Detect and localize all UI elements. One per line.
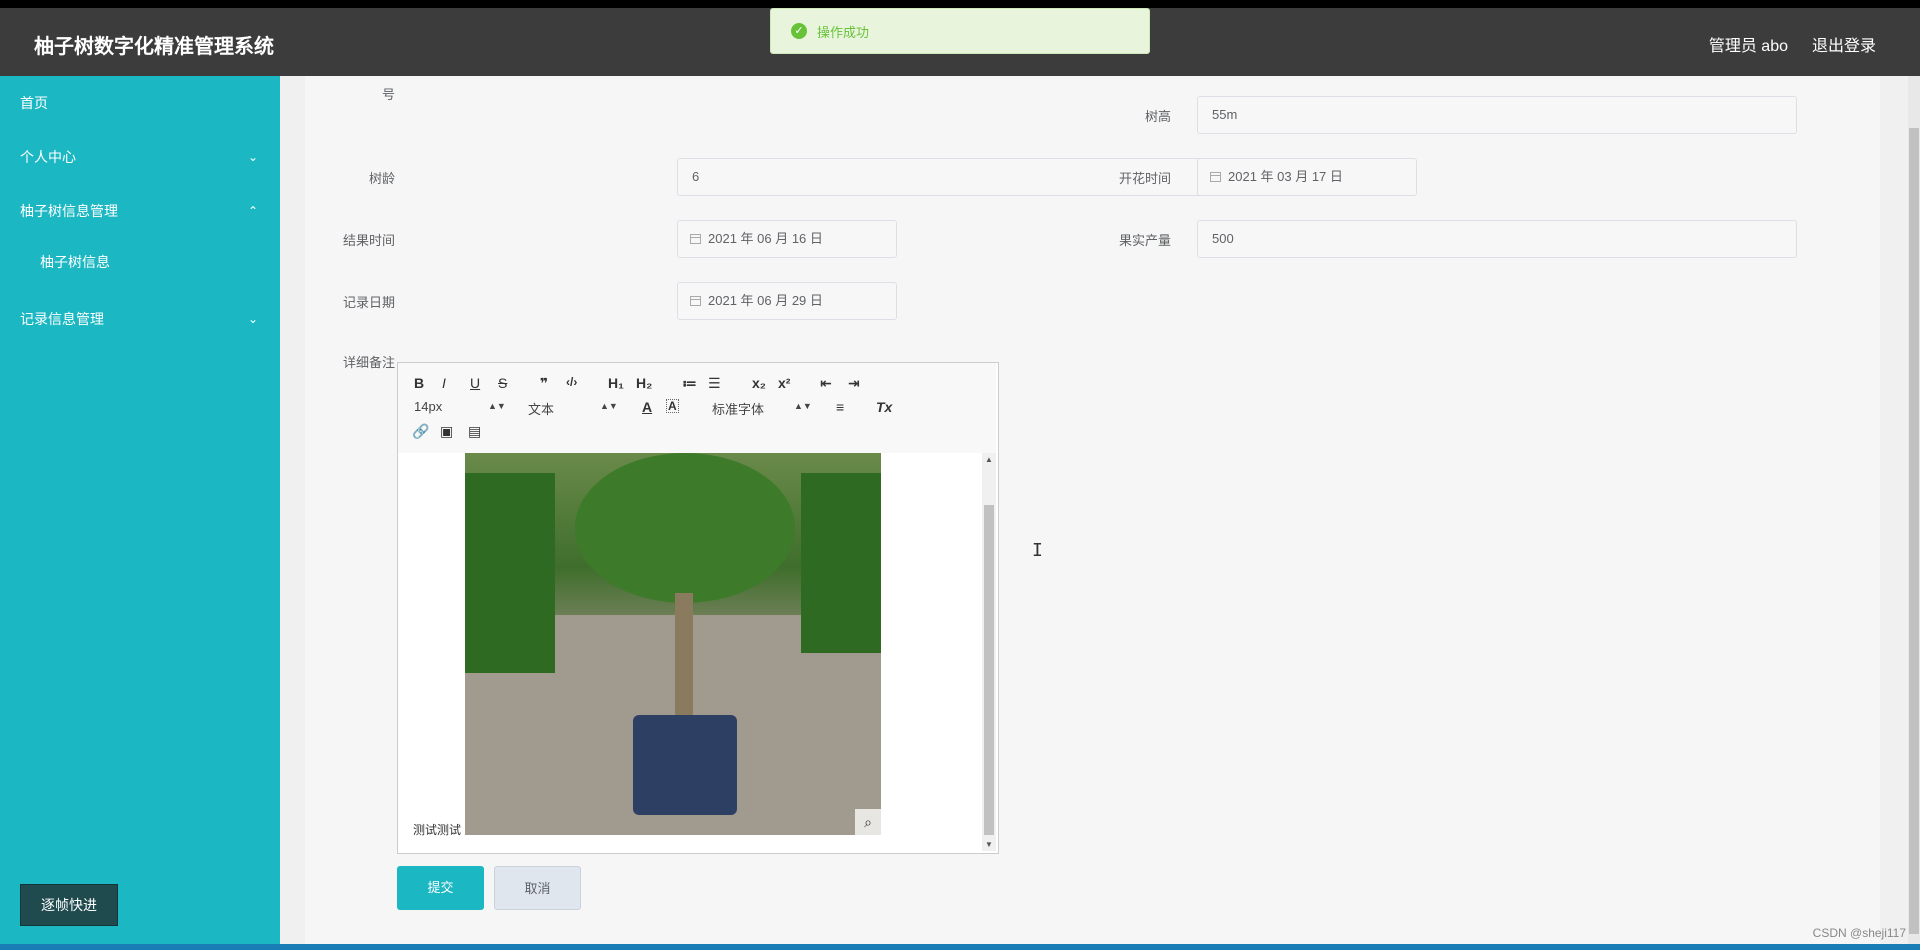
tree-height-label: 树高 — [1144, 109, 1171, 124]
bullet-list-icon[interactable]: ☰ — [708, 375, 721, 392]
font-family-select[interactable]: 标准字体 ▲▼ — [712, 399, 812, 418]
frame-forward-button[interactable]: 逐帧快进 — [20, 884, 118, 926]
bloom-time-label: 开花时间 — [1118, 171, 1171, 186]
heading1-icon[interactable]: H₁ — [608, 375, 624, 391]
sidebar-item-tree-info[interactable]: 柚子树信息 — [0, 238, 280, 286]
text-cursor-icon: I — [1032, 540, 1043, 561]
outdent-icon[interactable]: ⇤ — [820, 375, 832, 392]
watermark: CSDN @sheji117 — [1812, 926, 1906, 940]
submit-button[interactable]: 提交 — [397, 866, 484, 910]
app-title: 柚子树数字化精准管理系统 — [34, 36, 274, 58]
italic-icon[interactable]: I — [442, 375, 446, 391]
success-check-icon: ✓ — [791, 23, 807, 39]
text-type-select[interactable]: 文本 ▲▼ — [528, 399, 618, 418]
code-icon[interactable]: ‹/› — [566, 375, 577, 389]
record-date-value: 2021 年 06 月 29 日 — [708, 293, 823, 308]
sidebar-item-record-management[interactable]: 记录信息管理 ⌄ — [0, 292, 280, 346]
bloom-time-value: 2021 年 03 月 17 日 — [1228, 169, 1343, 184]
underline-icon[interactable]: U — [470, 375, 480, 391]
sidebar-item-label: 记录信息管理 — [20, 311, 104, 327]
chevron-down-icon: ⌄ — [247, 312, 258, 326]
calendar-icon — [690, 234, 701, 244]
notes-label: 详细备注 — [342, 355, 395, 370]
blockquote-icon[interactable]: ❞ — [540, 375, 548, 392]
editor-scrollbar[interactable]: ▲ ▼ — [982, 453, 996, 851]
select-caret-icon: ▲▼ — [600, 401, 618, 411]
tree-height-input[interactable]: 55m — [1197, 96, 1797, 134]
calendar-icon — [1210, 172, 1221, 182]
sidebar-item-label: 柚子树信息管理 — [20, 203, 118, 219]
editor-scroll-thumb[interactable] — [984, 505, 994, 835]
indent-icon[interactable]: ⇥ — [848, 375, 860, 392]
heading2-icon[interactable]: H₂ — [636, 375, 652, 391]
superscript-icon[interactable]: x² — [778, 375, 790, 391]
photo-tree-trunk — [675, 593, 693, 733]
photo-right-bushes — [801, 473, 881, 653]
scroll-up-icon[interactable]: ▲ — [985, 455, 993, 464]
clear-format-icon[interactable]: Tx — [876, 399, 892, 415]
sidebar-item-label: 柚子树信息 — [40, 254, 110, 270]
chevron-down-icon: ⌄ — [247, 150, 258, 164]
ordered-list-icon[interactable]: ≔ — [682, 375, 697, 392]
rich-text-editor: B I U S ❞ ‹/› H₁ H₂ ≔ ☰ x₂ x² ⇤ ⇥ 14px ▲… — [397, 362, 999, 854]
editor-content-area[interactable]: ⌕ 测试测试 — [398, 453, 982, 851]
fruit-time-value: 2021 年 06 月 16 日 — [708, 231, 823, 246]
sidebar-item-tree-management[interactable]: 柚子树信息管理 ⌃ — [0, 184, 280, 238]
select-caret-icon: ▲▼ — [488, 401, 506, 411]
cancel-button[interactable]: 取消 — [494, 866, 581, 910]
scroll-down-icon[interactable]: ▼ — [985, 840, 993, 849]
sidebar-item-label: 首页 — [20, 95, 48, 111]
fruit-yield-label: 果实产量 — [1118, 233, 1171, 248]
sidebar-item-personal-center[interactable]: 个人中心 ⌄ — [0, 130, 280, 184]
photo-tree-canopy — [575, 453, 795, 603]
text-type-value: 文本 — [528, 402, 555, 417]
bold-icon[interactable]: B — [414, 375, 424, 391]
font-size-value: 14px — [414, 399, 443, 414]
record-date-datepicker[interactable]: 2021 年 06 月 29 日 — [677, 282, 897, 320]
inserted-tree-photo: ⌕ — [465, 453, 881, 835]
page-scrollbar[interactable] — [1908, 76, 1920, 944]
editor-toolbar: B I U S ❞ ‹/› H₁ H₂ ≔ ☰ x₂ x² ⇤ ⇥ 14px ▲… — [398, 363, 996, 454]
image-icon[interactable]: ▣ — [440, 423, 453, 440]
current-user: 管理员 abo — [1708, 38, 1788, 55]
page-scroll-thumb[interactable] — [1909, 128, 1919, 934]
photo-tree-pot — [633, 715, 737, 815]
background-color-icon[interactable]: A — [666, 399, 679, 413]
calendar-icon — [690, 296, 701, 306]
truncated-field-label: 号 — [381, 87, 395, 102]
zoom-icon[interactable]: ⌕ — [855, 809, 881, 835]
font-size-select[interactable]: 14px ▲▼ — [414, 399, 506, 414]
font-color-icon[interactable]: A — [642, 399, 652, 415]
fruit-yield-input[interactable]: 500 — [1197, 220, 1797, 258]
bottom-progress-bar — [0, 944, 1920, 950]
link-icon[interactable]: 🔗 — [412, 423, 429, 440]
tree-age-label: 树龄 — [368, 171, 395, 186]
photo-left-bushes — [465, 473, 555, 673]
sidebar-item-label: 个人中心 — [20, 149, 76, 165]
align-icon[interactable]: ≡ — [836, 399, 844, 415]
strikethrough-icon[interactable]: S — [498, 375, 507, 391]
select-caret-icon: ▲▼ — [794, 401, 812, 411]
sidebar: 首页 个人中心 ⌄ 柚子树信息管理 ⌃ 柚子树信息 记录信息管理 ⌄ 逐帧快进 — [0, 76, 280, 944]
fruit-time-label: 结果时间 — [342, 233, 395, 248]
bloom-time-datepicker[interactable]: 2021 年 03 月 17 日 — [1197, 158, 1417, 196]
logout-button[interactable]: 退出登录 — [1812, 32, 1876, 56]
subscript-icon[interactable]: x₂ — [752, 375, 766, 391]
record-date-label: 记录日期 — [342, 295, 395, 310]
fruit-time-datepicker[interactable]: 2021 年 06 月 16 日 — [677, 220, 897, 258]
window-top-strip — [0, 0, 1920, 8]
tree-age-input[interactable]: 6 — [677, 158, 1277, 196]
chevron-up-icon: ⌃ — [247, 204, 258, 218]
video-icon[interactable]: ▤ — [468, 423, 481, 440]
success-toast: ✓ 操作成功 — [770, 8, 1150, 54]
toast-message: 操作成功 — [817, 24, 870, 40]
sidebar-item-home[interactable]: 首页 — [0, 76, 280, 130]
main-content: 号 树高 55m 树龄 6 开花时间 2021 年 03 月 17 日 结果时间… — [280, 76, 1920, 944]
font-family-value: 标准字体 — [712, 402, 765, 417]
editor-text: 测试测试 — [413, 823, 462, 837]
